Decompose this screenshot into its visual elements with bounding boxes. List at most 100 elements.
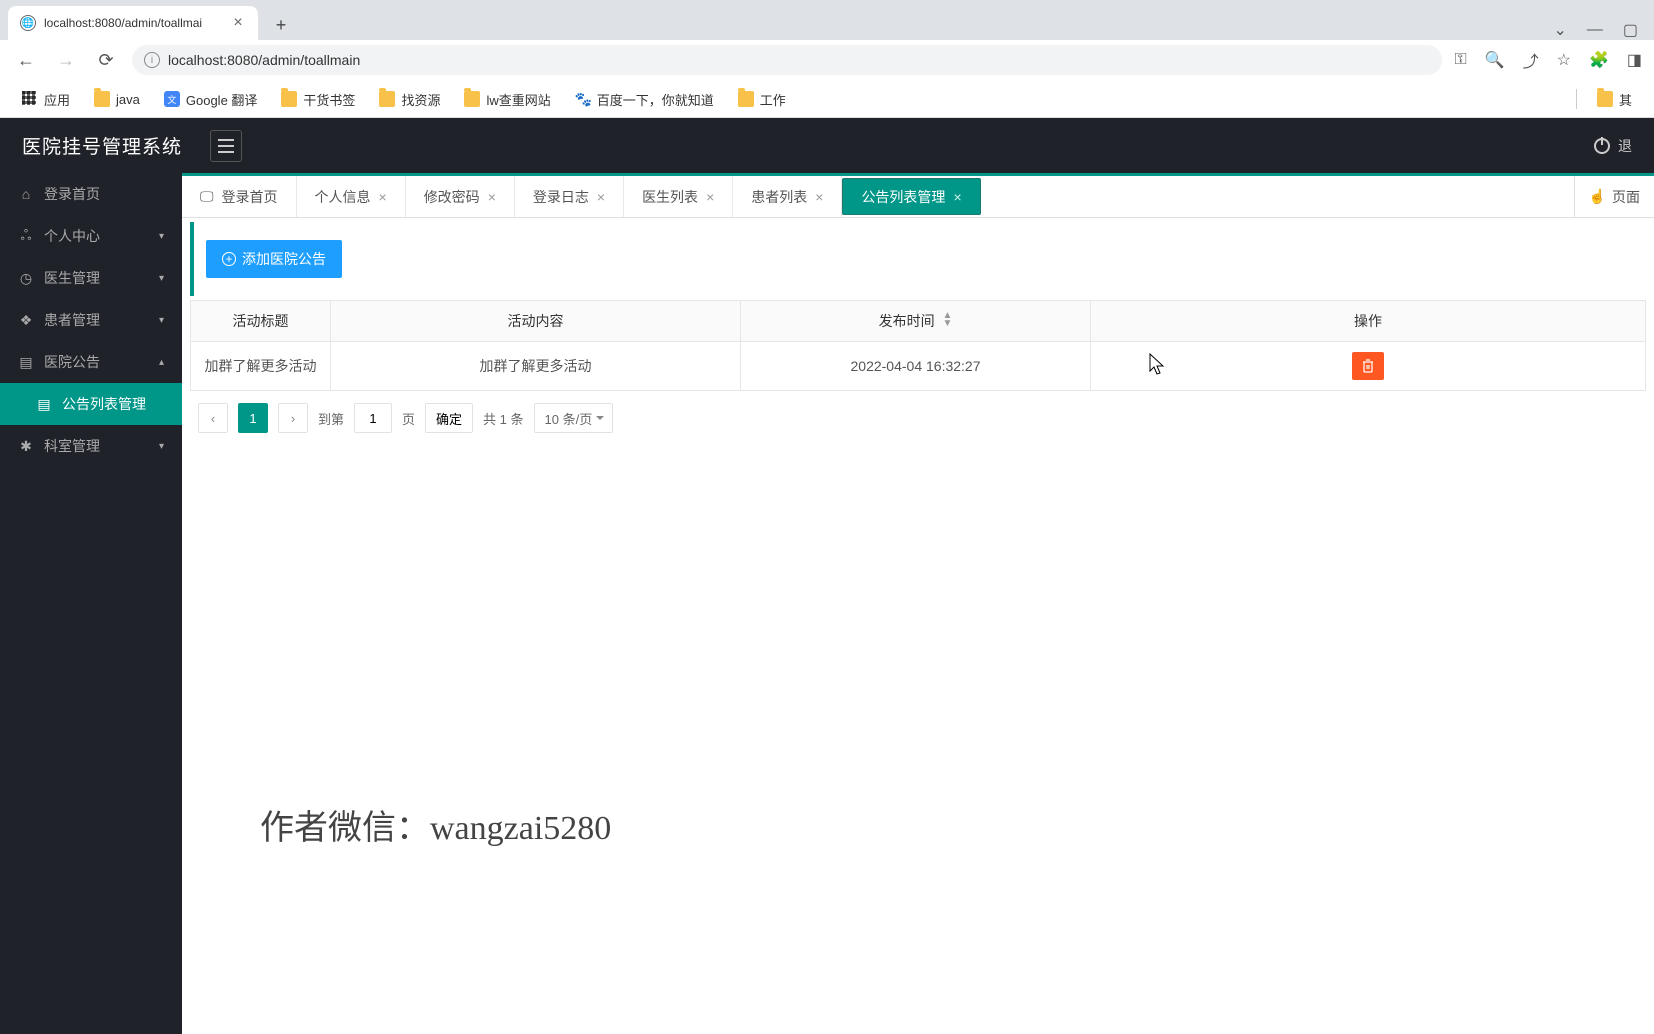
browser-tab[interactable]: 🌐 localhost:8080/admin/toallmai × xyxy=(8,6,258,40)
extensions-icon[interactable]: 🧩 xyxy=(1589,50,1609,70)
info-icon[interactable]: i xyxy=(144,52,160,68)
sidebar-item-label: 个人中心 xyxy=(44,226,100,246)
next-page-button[interactable]: › xyxy=(278,403,308,433)
total-count: 共 1 条 xyxy=(483,409,523,428)
window-controls: ⌄ — ▢ xyxy=(1553,20,1654,40)
page-operations[interactable]: ☝ 页面 xyxy=(1574,176,1654,217)
page-number-button[interactable]: 1 xyxy=(238,403,268,433)
cell-title: 加群了解更多活动 xyxy=(191,342,331,391)
tab-password[interactable]: 修改密码 × xyxy=(406,176,515,217)
globe-icon: 🌐 xyxy=(20,15,36,31)
tab-label: 登录日志 xyxy=(533,187,589,207)
page-ops-label: 页面 xyxy=(1612,187,1640,207)
bookmark-lw[interactable]: lw查重网站 xyxy=(454,86,560,113)
tab-profile[interactable]: 个人信息 × xyxy=(297,176,406,217)
url-text: localhost:8080/admin/toallmain xyxy=(168,52,360,68)
new-tab-button[interactable]: + xyxy=(266,10,296,40)
tab-label: 公告列表管理 xyxy=(861,187,945,207)
bookmark-apps[interactable]: 应用 xyxy=(12,86,80,113)
close-icon[interactable]: × xyxy=(379,189,387,205)
address-bar-actions: ⚿ 🔍 ⤴ ☆ 🧩 ◨ xyxy=(1454,48,1642,72)
side-panel-icon[interactable]: ◨ xyxy=(1627,50,1642,70)
key-icon[interactable]: ⚿ xyxy=(1454,51,1466,69)
tab-login-home[interactable]: 🖵 登录首页 xyxy=(182,176,297,217)
sort-icon[interactable]: ▲▼ xyxy=(942,312,952,328)
tab-patient-list[interactable]: 患者列表 × xyxy=(733,176,842,217)
app-header: 医院挂号管理系统 退 xyxy=(0,118,1654,173)
sidebar-item-login-home[interactable]: ⌂ 登录首页 xyxy=(0,173,182,215)
delete-button[interactable] xyxy=(1352,352,1384,380)
sidebar-item-notice[interactable]: ▤ 医院公告 ▴ xyxy=(0,341,182,383)
bookmark-overflow[interactable]: 其 xyxy=(1587,86,1642,113)
goto-prefix: 到第 xyxy=(318,409,344,428)
sidebar-item-doctor[interactable]: ◷ 医生管理 ▾ xyxy=(0,257,182,299)
tab-label: 医生列表 xyxy=(642,187,698,207)
tab-notice-list[interactable]: 公告列表管理 × xyxy=(842,178,980,215)
maximize-icon[interactable]: ▢ xyxy=(1623,20,1638,40)
chevron-down-icon: ▾ xyxy=(159,231,164,242)
bookmark-google-translate[interactable]: 文 Google 翻译 xyxy=(154,86,268,113)
bookmark-find-resources[interactable]: 找资源 xyxy=(369,86,450,113)
layers-icon: ❖ xyxy=(18,312,34,329)
goto-page-input[interactable] xyxy=(354,403,392,433)
url-input[interactable]: i localhost:8080/admin/toallmain xyxy=(132,45,1442,75)
sidebar: ⌂ 登录首页 ஃ 个人中心 ▾ ◷ 医生管理 ▾ ❖ 患者管理 ▾ ▤ 医院公告… xyxy=(0,173,182,1034)
sidebar-item-personal[interactable]: ஃ 个人中心 ▾ xyxy=(0,215,182,257)
share-icon[interactable]: ⤴ xyxy=(1523,48,1539,72)
menu-toggle-button[interactable] xyxy=(210,130,242,162)
close-icon[interactable]: × xyxy=(953,189,961,205)
close-icon[interactable]: × xyxy=(597,189,605,205)
list-icon: ▤ xyxy=(36,396,52,413)
back-button[interactable]: ← xyxy=(12,46,40,74)
cell-time: 2022-04-04 16:32:27 xyxy=(741,342,1091,391)
th-time[interactable]: 发布时间 ▲▼ xyxy=(741,301,1091,342)
sidebar-item-patient[interactable]: ❖ 患者管理 ▾ xyxy=(0,299,182,341)
bookmark-work[interactable]: 工作 xyxy=(728,86,796,113)
page-size-select[interactable]: 10 条/页 xyxy=(534,403,614,433)
close-icon[interactable]: × xyxy=(815,189,823,205)
bookmark-baidu[interactable]: 🐾 百度一下，你就知道 xyxy=(565,86,724,113)
folder-icon xyxy=(1597,91,1613,107)
sidebar-item-label: 公告列表管理 xyxy=(62,394,146,414)
header-right: 退 xyxy=(1594,136,1632,156)
clock-icon: ◷ xyxy=(18,270,34,287)
folder-icon xyxy=(281,91,297,107)
sidebar-item-label: 医生管理 xyxy=(44,268,100,288)
tab-doctor-list[interactable]: 医生列表 × xyxy=(624,176,733,217)
reload-button[interactable]: ⟳ xyxy=(92,46,120,74)
power-icon[interactable] xyxy=(1594,138,1610,154)
bookmark-ganhuo[interactable]: 干货书签 xyxy=(271,86,365,113)
sidebar-item-label: 患者管理 xyxy=(44,310,100,330)
add-notice-button[interactable]: 添加医院公告 xyxy=(206,240,342,278)
sidebar-item-notice-list[interactable]: ▤ 公告列表管理 xyxy=(0,383,182,425)
close-icon[interactable]: × xyxy=(230,14,246,32)
tab-label: 修改密码 xyxy=(424,187,480,207)
chevron-down-icon: ▾ xyxy=(159,441,164,452)
folder-icon xyxy=(379,91,395,107)
minimize-icon[interactable]: — xyxy=(1587,21,1603,39)
prev-page-button[interactable]: ‹ xyxy=(198,403,228,433)
close-icon[interactable]: × xyxy=(706,189,714,205)
content-area: 🖵 登录首页 个人信息 × 修改密码 × 登录日志 × 医生列表 × 患者列表 … xyxy=(182,173,1654,1034)
chevron-down-icon: ▾ xyxy=(159,273,164,284)
logout-label[interactable]: 退 xyxy=(1618,136,1632,156)
star-icon[interactable]: ☆ xyxy=(1557,50,1571,70)
zoom-icon[interactable]: 🔍 xyxy=(1485,50,1505,70)
folder-icon xyxy=(94,91,110,107)
th-title: 活动标题 xyxy=(191,301,331,342)
tab-label: 个人信息 xyxy=(315,187,371,207)
tab-label: 患者列表 xyxy=(751,187,807,207)
browser-tab-title: localhost:8080/admin/toallmai xyxy=(44,16,222,30)
list-icon: ▤ xyxy=(18,354,34,371)
close-icon[interactable]: × xyxy=(488,189,496,205)
hamburger-icon xyxy=(218,139,234,153)
toolbar: 添加医院公告 xyxy=(190,222,1654,296)
chevron-down-icon[interactable]: ⌄ xyxy=(1553,20,1566,40)
goto-confirm-button[interactable]: 确定 xyxy=(425,403,473,433)
forward-button[interactable]: → xyxy=(52,46,80,74)
cell-content: 加群了解更多活动 xyxy=(331,342,741,391)
bookmark-java[interactable]: java xyxy=(84,87,150,111)
sidebar-item-department[interactable]: ✱ 科室管理 ▾ xyxy=(0,425,182,467)
tab-login-log[interactable]: 登录日志 × xyxy=(515,176,624,217)
chevron-down-icon: ▾ xyxy=(159,315,164,326)
